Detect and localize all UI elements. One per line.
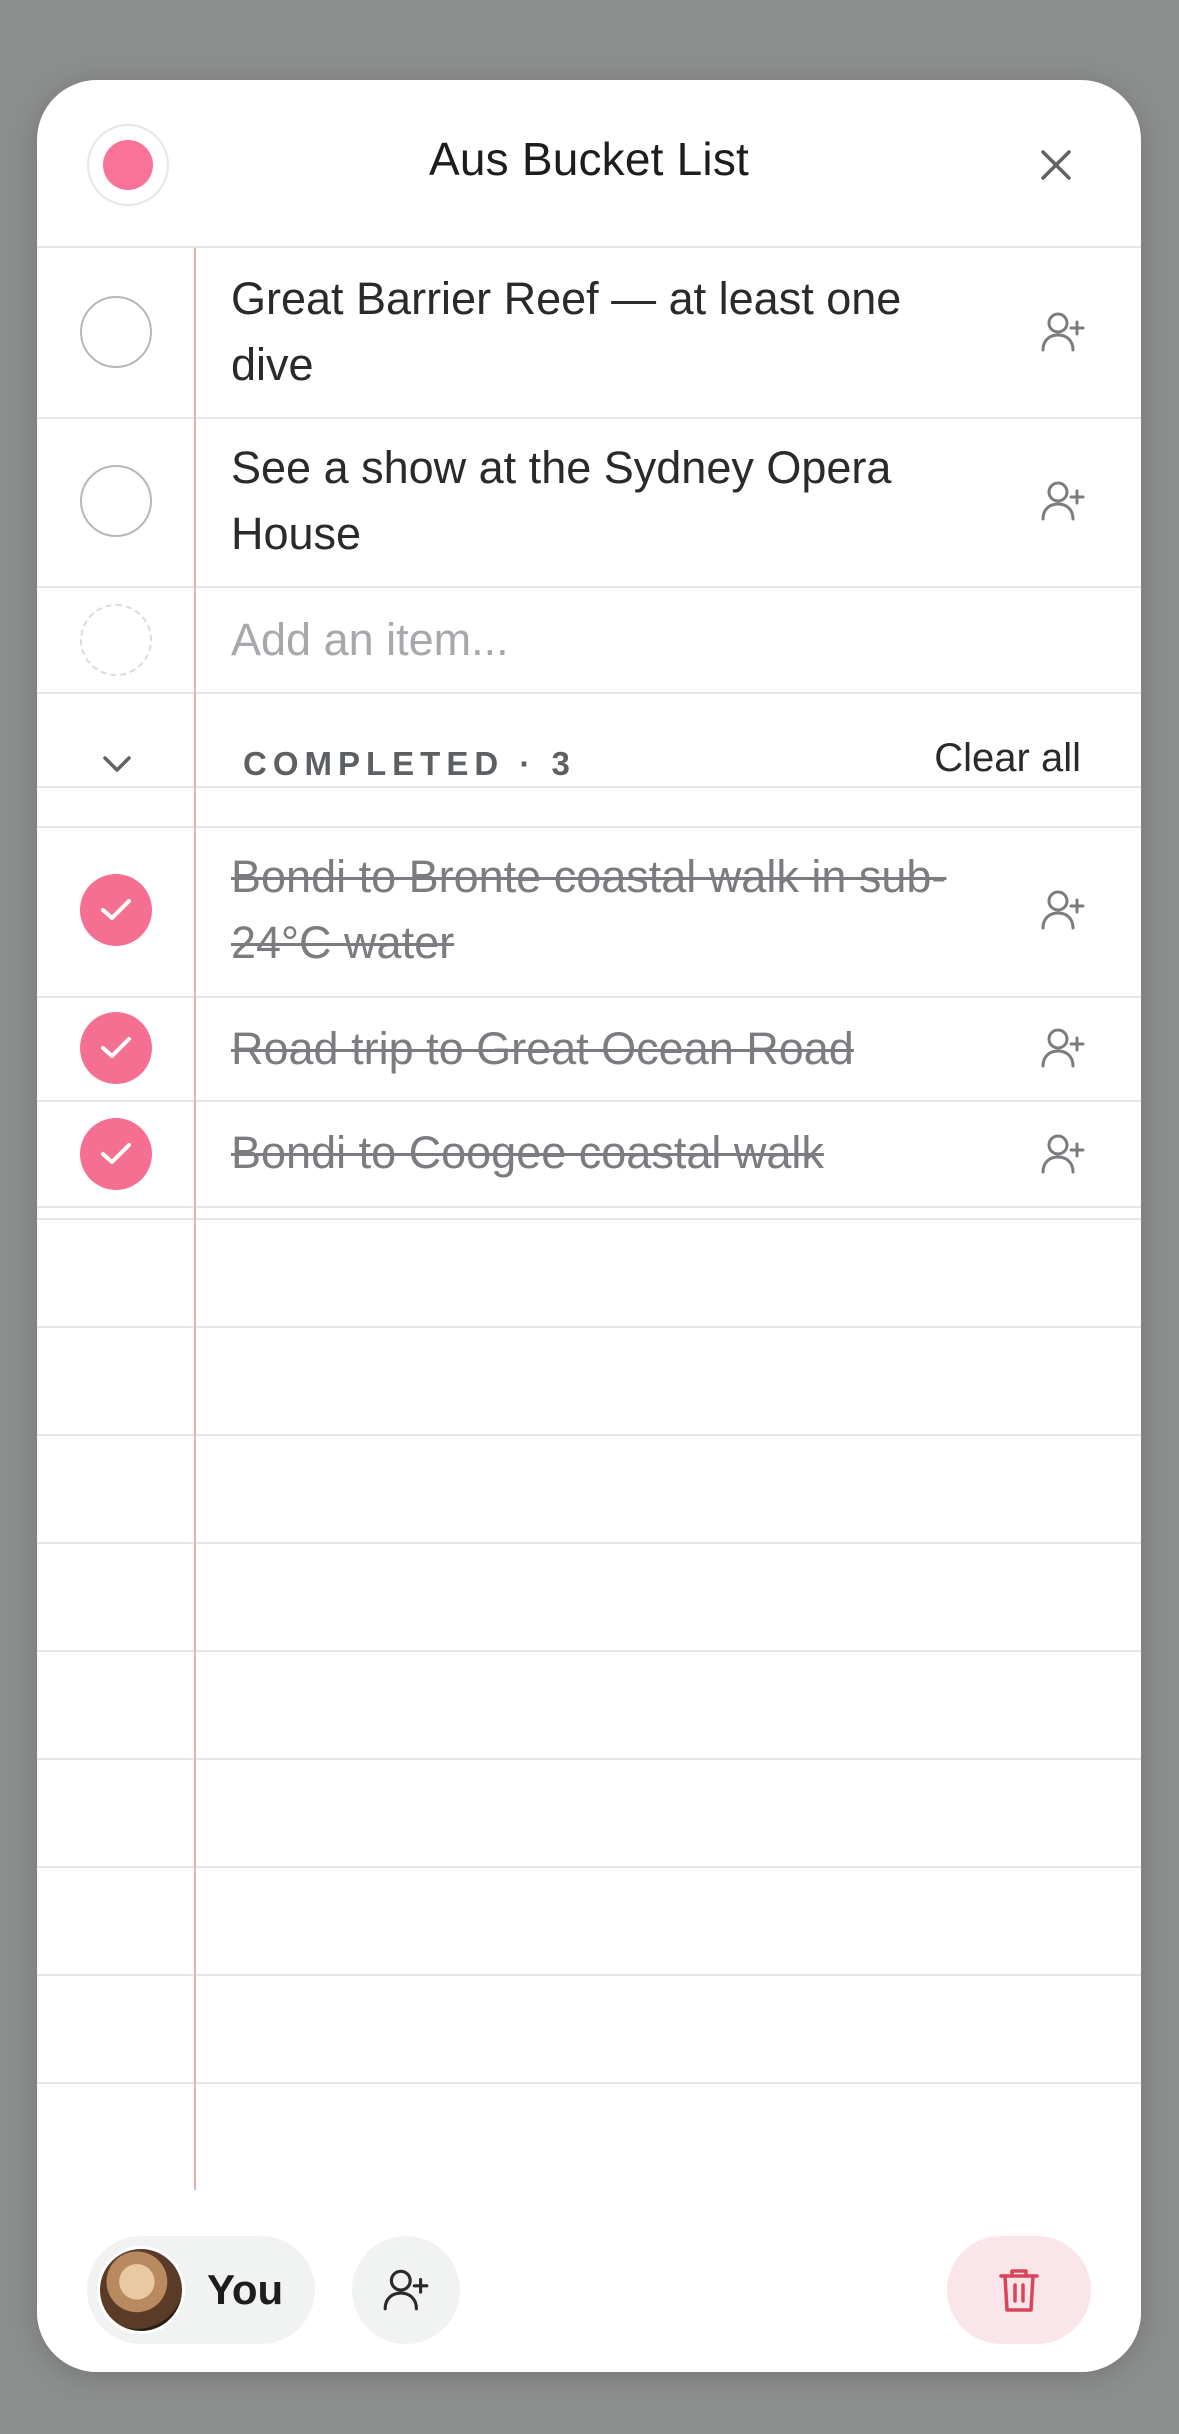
add-person-icon <box>1041 890 1085 930</box>
checkmark-icon <box>101 1143 131 1164</box>
assign-person-button[interactable] <box>1035 473 1091 529</box>
paper-line <box>37 2082 1141 2084</box>
checkmark-icon <box>101 1037 131 1058</box>
item-text[interactable]: See a show at the Sydney Opera House <box>231 435 971 567</box>
list-footer: You <box>37 2190 1141 2372</box>
avatar <box>97 2246 185 2334</box>
assign-person-button[interactable] <box>1035 304 1091 360</box>
clear-all-button[interactable]: Clear all <box>934 736 1081 781</box>
assign-person-button[interactable] <box>1035 1126 1091 1182</box>
completed-list-item[interactable]: Bondi to Bronte coastal walk in sub-24°C… <box>37 828 1141 996</box>
add-person-icon <box>1041 1028 1085 1068</box>
item-text[interactable]: Road trip to Great Ocean Road <box>231 1016 971 1082</box>
delete-list-button[interactable] <box>947 2236 1091 2344</box>
list-header: Aus Bucket List <box>37 80 1141 248</box>
close-icon <box>1041 150 1071 180</box>
paper-line <box>37 1866 1141 1868</box>
collaborator-name: You <box>207 2266 284 2313</box>
paper-line <box>37 1542 1141 1544</box>
completed-list-item[interactable]: Bondi to Coogee coastal walk <box>37 1102 1141 1206</box>
assign-person-button[interactable] <box>1035 882 1091 938</box>
add-collaborator-button[interactable] <box>352 2236 460 2344</box>
close-button[interactable] <box>1031 140 1081 190</box>
list-card: Aus Bucket List Great Barrier Reef — at … <box>37 80 1141 2372</box>
item-text[interactable]: Bondi to Coogee coastal walk <box>231 1120 971 1186</box>
paper-line <box>37 1434 1141 1436</box>
item-text[interactable]: Bondi to Bronte coastal walk in sub-24°C… <box>231 844 971 976</box>
trash-icon <box>999 2269 1039 2312</box>
paper-line <box>37 786 1141 788</box>
add-person-icon <box>1041 312 1085 352</box>
add-person-icon <box>383 2269 429 2311</box>
assign-person-button[interactable] <box>1035 1020 1091 1076</box>
list-item[interactable]: Great Barrier Reef — at least one dive <box>37 250 1141 417</box>
item-checkbox[interactable] <box>80 465 152 537</box>
paper-line <box>37 692 1141 694</box>
list-item[interactable]: See a show at the Sydney Opera House <box>37 419 1141 586</box>
chevron-down-icon <box>103 756 131 772</box>
list-title[interactable]: Aus Bucket List <box>37 132 1141 186</box>
item-checkbox-checked[interactable] <box>80 1012 152 1084</box>
paper-line <box>37 1326 1141 1328</box>
add-item-input[interactable]: Add an item... <box>231 607 971 673</box>
add-person-icon <box>1041 481 1085 521</box>
add-item-row[interactable]: Add an item... <box>37 588 1141 692</box>
add-person-icon <box>1041 1134 1085 1174</box>
collaborator-chip-you[interactable]: You <box>87 2236 315 2344</box>
paper-line <box>37 1974 1141 1976</box>
collapse-completed-button[interactable] <box>97 744 137 784</box>
item-checkbox-checked[interactable] <box>80 1118 152 1190</box>
item-checkbox[interactable] <box>80 296 152 368</box>
paper-line <box>37 1218 1141 1220</box>
paper-line <box>37 1206 1141 1208</box>
item-checkbox-checked[interactable] <box>80 874 152 946</box>
completed-section-label: COMPLETED · 3 <box>243 745 576 782</box>
add-item-placeholder-circle <box>80 604 152 676</box>
completed-list-item[interactable]: Road trip to Great Ocean Road <box>37 998 1141 1100</box>
paper-line <box>37 1650 1141 1652</box>
item-text[interactable]: Great Barrier Reef — at least one dive <box>231 266 971 398</box>
paper-line <box>37 1758 1141 1760</box>
checkmark-icon <box>101 899 131 920</box>
